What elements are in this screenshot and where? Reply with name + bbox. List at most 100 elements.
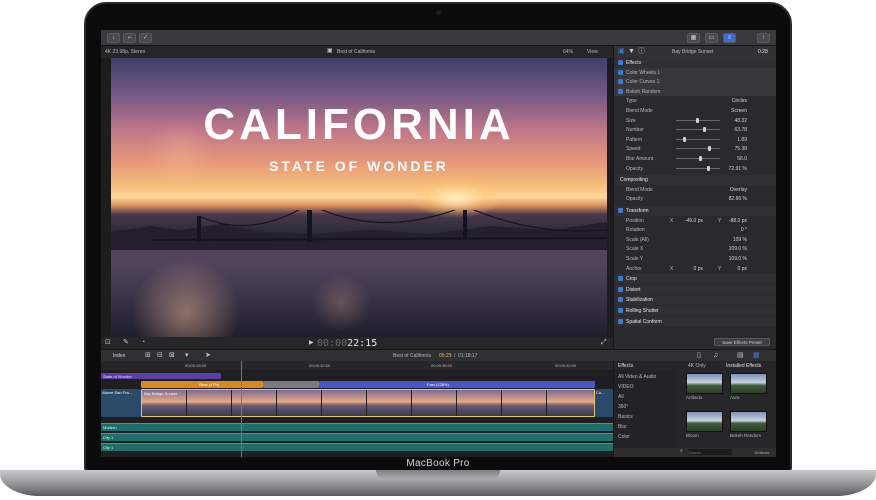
param-value[interactable]: 109.0 %	[729, 256, 747, 262]
param-row[interactable]: Scale X 109.0 %	[614, 244, 776, 254]
retime-normal[interactable]	[263, 381, 319, 388]
info-inspector-icon[interactable]: ⓘ	[638, 48, 645, 55]
enable-checkbox[interactable]	[618, 79, 623, 85]
param-row[interactable]: Blend Mode Overlay	[614, 185, 776, 195]
color-inspector-icon[interactable]: ▼	[628, 48, 635, 55]
param-value[interactable]: Screen	[731, 108, 747, 114]
search-input[interactable]	[688, 449, 732, 455]
param-row[interactable]: Opacity 72.91 %	[614, 164, 776, 174]
param-slider[interactable]	[676, 165, 720, 171]
param-slider[interactable]	[676, 136, 720, 142]
speed-icon[interactable]: ◔	[141, 339, 145, 346]
category-item[interactable]: Color	[618, 434, 630, 440]
param-value[interactable]: 75.38	[734, 146, 747, 152]
enable-checkbox[interactable]	[618, 276, 623, 282]
import-icon[interactable]: ↓	[107, 33, 120, 43]
audio-track[interactable]: City 1	[101, 433, 613, 441]
param-value[interactable]: 56.0	[737, 156, 747, 162]
audio-track[interactable]: City 1	[101, 443, 613, 451]
connect-clip-icon[interactable]: ⊞	[145, 352, 151, 359]
filter-4k[interactable]: 4K Only	[688, 363, 706, 369]
param-row[interactable]: Number 63.78	[614, 125, 776, 135]
title-clip[interactable]: State of Wonder	[101, 373, 221, 379]
slider-knob[interactable]	[699, 156, 703, 161]
param-value-x[interactable]: 0 px	[694, 266, 703, 272]
play-icon[interactable]: ▶	[309, 340, 314, 346]
slider-knob[interactable]	[695, 117, 699, 123]
category-item[interactable]: 360°	[618, 404, 628, 410]
param-value-y[interactable]: 0 px	[738, 266, 747, 272]
param-value[interactable]: 0 °	[741, 227, 747, 233]
enable-checkbox[interactable]	[618, 69, 623, 75]
param-value[interactable]: 109 %	[733, 237, 747, 243]
param-value[interactable]: Circles	[732, 98, 747, 104]
share-icon[interactable]: ↑	[757, 33, 770, 43]
param-row[interactable]: Opacity 82.66 %	[614, 194, 776, 204]
video-inspector-icon[interactable]: ▣	[618, 48, 625, 55]
effect-row[interactable]: Bokeh Random	[614, 86, 776, 97]
enable-checkbox[interactable]	[618, 286, 623, 292]
save-effects-preset-button[interactable]: Save Effects Preset	[714, 338, 770, 346]
param-row[interactable]: Blend Mode Screen	[614, 106, 776, 116]
clip-bay-bridge[interactable]: Bay Bridge Sunset	[141, 389, 595, 417]
param-value[interactable]: 109.0 %	[729, 246, 747, 252]
category-item[interactable]: Basics	[618, 414, 633, 420]
param-slider[interactable]	[676, 117, 720, 123]
param-slider[interactable]	[676, 156, 720, 161]
enable-checkbox[interactable]	[618, 208, 623, 213]
section-transform[interactable]: Transform	[614, 206, 776, 216]
enable-checkbox[interactable]	[618, 308, 623, 313]
section-compositing[interactable]: Compositing	[614, 175, 776, 185]
installed-effects-tab[interactable]: Installed Effects	[726, 363, 761, 369]
param-slider[interactable]	[676, 146, 720, 152]
category-item[interactable]: Blur	[618, 424, 627, 430]
enable-checkbox[interactable]	[618, 60, 623, 65]
insert-clip-icon[interactable]: ⊟	[157, 352, 163, 359]
enhance-icon[interactable]: ✎	[123, 339, 129, 346]
playhead[interactable]	[241, 361, 242, 457]
effect-thumbnail-bloom[interactable]	[686, 411, 723, 432]
retime-fast[interactable]: Fast (128%)	[319, 381, 595, 388]
param-row[interactable]: Anchor X 0 px Y 0 px	[614, 264, 776, 274]
param-row[interactable]: Scale (All) 109 %	[614, 235, 776, 245]
effect-thumbnail-aura[interactable]	[730, 373, 767, 394]
param-row[interactable]: Type Circles	[614, 96, 776, 106]
effect-row[interactable]: Color Curves 1	[614, 77, 776, 87]
category-item[interactable]: All Video & Audio	[618, 374, 656, 380]
enable-checkbox[interactable]	[618, 318, 623, 324]
fullscreen-icon[interactable]: ⤢	[601, 339, 607, 346]
section-row[interactable]: Stabilization	[614, 295, 776, 305]
param-value[interactable]: 48.32	[734, 118, 747, 124]
transform-tool-icon[interactable]: ⊡	[105, 339, 111, 346]
headphones-icon[interactable]: ♫	[713, 352, 718, 359]
param-row[interactable]: Position X -49.0 px Y -88.0 px	[614, 216, 776, 226]
param-value-x[interactable]: -49.0 px	[685, 218, 703, 224]
timeline[interactable]: 00:00:28:00 00:00:32:00 00:00:36:00 00:0…	[101, 361, 613, 457]
timeline-toggle-icon[interactable]: ▭	[705, 33, 718, 43]
section-row[interactable]: Distort	[614, 284, 776, 295]
section-row[interactable]: Rolling Shutter	[614, 306, 776, 316]
section-row[interactable]: Spatial Conform	[614, 316, 776, 327]
param-slider[interactable]	[676, 127, 720, 133]
inspector-toggle-icon[interactable]: ≡	[723, 33, 736, 43]
retime-slow[interactable]: Slow (47%)	[141, 381, 263, 388]
category-item[interactable]: All	[618, 394, 624, 400]
browser-toggle-icon[interactable]: ▦	[687, 33, 700, 43]
select-tool-icon[interactable]: ➤	[205, 352, 211, 359]
video-meter-icon[interactable]: ▯	[697, 352, 701, 359]
param-value[interactable]: 63.78	[734, 127, 747, 133]
effects-browser-icon[interactable]: ▦	[753, 352, 760, 359]
appearance-icon[interactable]: ▤	[737, 352, 744, 359]
param-value[interactable]: Overlay	[730, 187, 747, 193]
effect-row[interactable]: Color Wheels 1	[614, 67, 776, 78]
param-value[interactable]: 82.66 %	[729, 196, 747, 202]
enable-checkbox[interactable]	[618, 297, 623, 303]
slider-knob[interactable]	[706, 165, 710, 171]
zoom-menu[interactable]: 64%	[563, 49, 573, 55]
edit-menu-icon[interactable]: ▾	[185, 352, 189, 359]
param-value[interactable]: 1.89	[737, 137, 747, 143]
index-button[interactable]: Index	[113, 353, 125, 359]
section-row[interactable]: Crop	[614, 274, 776, 284]
slider-knob[interactable]	[682, 136, 686, 142]
clip-left[interactable]: Above San Fra...	[101, 389, 141, 417]
